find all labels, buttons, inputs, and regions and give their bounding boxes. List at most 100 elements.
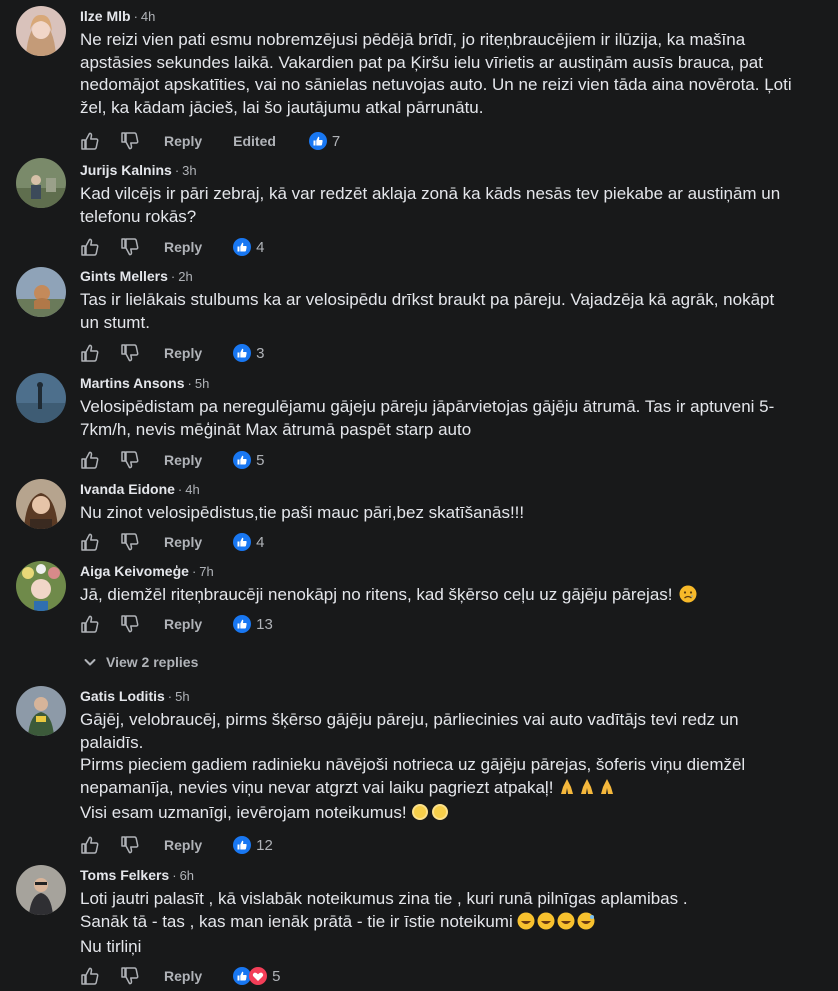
reaction-count: 4	[256, 238, 265, 256]
comment-actions: Reply Edited 7	[80, 129, 340, 153]
comment-actions: Reply 12	[80, 833, 273, 857]
thumbs-down-icon[interactable]	[120, 835, 140, 855]
thumbs-up-icon[interactable]	[80, 966, 100, 986]
thumbs-up-icon[interactable]	[80, 532, 100, 552]
edited-label[interactable]: Edited	[233, 133, 276, 149]
reply-button[interactable]: Reply	[164, 534, 202, 550]
separator: ·	[133, 9, 138, 24]
separator: ·	[167, 689, 173, 704]
thumbs-down-icon[interactable]	[120, 450, 140, 470]
reaction-count: 5	[256, 451, 265, 469]
separator: ·	[177, 482, 183, 497]
reply-button[interactable]: Reply	[164, 837, 202, 853]
avatar[interactable]	[16, 561, 66, 611]
thumbs-down-icon[interactable]	[120, 614, 140, 634]
thumbs-up-icon[interactable]	[80, 343, 100, 363]
reply-button[interactable]: Reply	[164, 345, 202, 361]
comment-time[interactable]: 2h	[178, 269, 192, 284]
reaction-summary[interactable]: 12	[233, 836, 273, 854]
reaction-count: 4	[256, 533, 265, 551]
comment-author[interactable]: Toms Felkers	[80, 867, 169, 883]
reaction-summary[interactable]: 4	[233, 238, 264, 256]
thumbs-up-icon[interactable]	[80, 835, 100, 855]
thumbs-up-icon[interactable]	[80, 237, 100, 257]
comment-thread: Ilze Mlb · 4h Ne reizi vien pati esmu nobr…	[0, 0, 838, 991]
thumbs-down-icon[interactable]	[120, 237, 140, 257]
separator: ·	[187, 376, 192, 391]
thumbs-down-icon[interactable]	[120, 131, 140, 151]
reaction-count: 5	[272, 967, 281, 985]
reaction-summary[interactable]: 13	[233, 615, 273, 633]
view-replies-button[interactable]: View 2 replies	[83, 652, 198, 672]
separator: ·	[172, 868, 177, 883]
avatar[interactable]	[16, 373, 66, 423]
comment-time[interactable]: 4h	[141, 9, 155, 24]
comment-author[interactable]: Gints Mellers	[80, 268, 168, 284]
thumbs-down-icon[interactable]	[120, 966, 140, 986]
comment-text: Velosipēdistam pa neregulējamu gājeju pā…	[80, 397, 775, 439]
reply-button[interactable]: Reply	[164, 239, 202, 255]
avatar[interactable]	[16, 158, 66, 208]
reaction-summary[interactable]: 7	[308, 132, 341, 150]
avatar[interactable]	[16, 6, 66, 56]
view-replies-label: View 2 replies	[106, 654, 199, 670]
reply-button[interactable]: Reply	[164, 133, 202, 149]
avatar[interactable]	[16, 686, 66, 736]
reaction-count: 13	[256, 615, 273, 633]
like-reaction-icon	[233, 451, 252, 469]
comment-time[interactable]: 7h	[199, 564, 213, 579]
thumbs-up-icon[interactable]	[80, 450, 100, 470]
separator: ·	[170, 269, 176, 284]
comment-author[interactable]: Martins Ansons	[80, 375, 185, 391]
like-reaction-icon	[233, 836, 252, 854]
comment-author[interactable]: Aiga Keivomeģe	[80, 563, 189, 579]
reaction-count: 3	[256, 344, 265, 362]
reaction-summary[interactable]: 5	[233, 967, 280, 985]
reaction-summary[interactable]: 3	[233, 344, 264, 362]
thumbs-down-icon[interactable]	[120, 343, 140, 363]
comment-author[interactable]: Gatis Loditis	[80, 688, 165, 704]
comment-text: Gājēj, velobraucēj, pirms šķērso gājēju …	[80, 709, 795, 828]
thumbs-up-icon[interactable]	[80, 614, 100, 634]
comment-actions: Reply 4	[80, 530, 264, 554]
comment-actions: Reply 5	[80, 448, 264, 472]
thumbs-down-icon[interactable]	[120, 532, 140, 552]
comment-actions: Reply 4	[80, 235, 264, 259]
reaction-summary[interactable]: 4	[233, 533, 264, 551]
comment-text: Ne reizi vien pati esmu nobremzējusi pēd…	[80, 30, 792, 117]
thumbs-up-icon[interactable]	[80, 131, 100, 151]
avatar[interactable]	[16, 267, 66, 317]
separator: ·	[174, 163, 180, 178]
like-reaction-icon	[233, 238, 252, 256]
comment-time[interactable]: 5h	[195, 376, 209, 391]
comment-text: Nu zinot velosipēdistus,tie paši mauc pā…	[80, 503, 525, 522]
like-reaction-icon	[233, 344, 252, 362]
comment-text: Jā, diemžēl riteņbraucēji nenokāpj no ri…	[80, 584, 795, 607]
comment-author[interactable]: Ilze Mlb	[80, 8, 131, 24]
avatar[interactable]	[16, 865, 66, 915]
chevron-down-icon	[83, 655, 97, 669]
reaction-summary[interactable]: 5	[233, 451, 264, 469]
reaction-count: 7	[331, 132, 341, 150]
comment-actions: Reply 5	[80, 964, 280, 988]
avatar[interactable]	[16, 479, 66, 529]
comment-time[interactable]: 4h	[185, 482, 199, 497]
comment-author[interactable]: Ivanda Eidone	[80, 481, 175, 497]
comment-time[interactable]: 5h	[175, 689, 189, 704]
reply-button[interactable]: Reply	[164, 452, 202, 468]
reaction-count: 12	[256, 836, 273, 854]
sad-face-icon	[679, 585, 697, 603]
comment-text: Tas ir lielākais stulbums ka ar velosipē…	[80, 290, 775, 332]
separator: ·	[191, 564, 197, 579]
comment-time[interactable]: 3h	[182, 163, 196, 178]
folded-hands-icon	[558, 778, 616, 803]
reply-button[interactable]: Reply	[164, 968, 202, 984]
comment-actions: Reply 13	[80, 612, 273, 636]
reply-button[interactable]: Reply	[164, 616, 202, 632]
comment-text: Kad vilcējs ir pāri zebraj, kā var redzē…	[80, 184, 781, 226]
sun-face-icon	[411, 803, 451, 828]
laughing-emoji-icon	[517, 912, 597, 937]
comment-author[interactable]: Jurijs Kalnins	[80, 162, 172, 178]
like-reaction-icon	[308, 132, 327, 150]
comment-time[interactable]: 6h	[180, 868, 194, 883]
